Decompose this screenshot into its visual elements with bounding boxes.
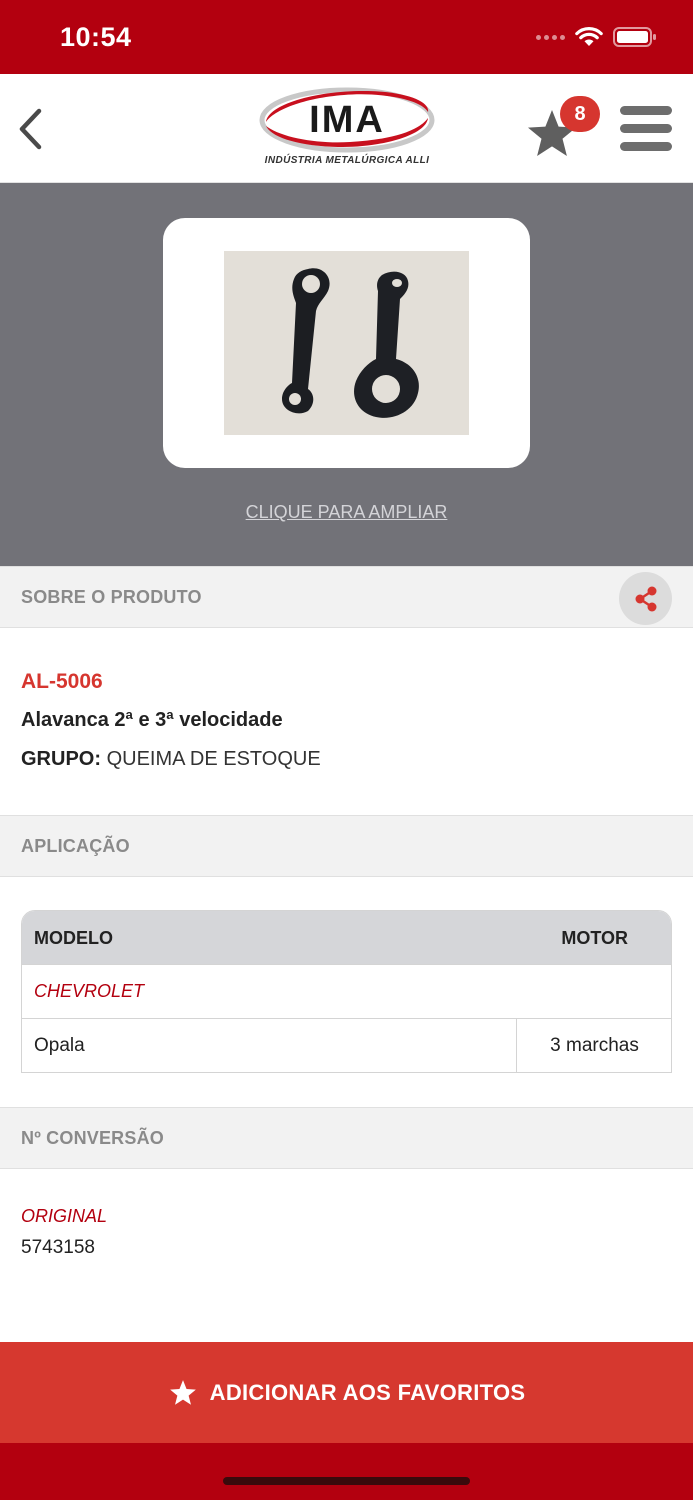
favorites-button[interactable]: 8: [524, 96, 600, 160]
product-detail-screen: 10:54 IMA INDÚSTRIA METALÚRGICA ALLI 8 C…: [0, 0, 693, 1500]
svg-text:IMA: IMA: [309, 99, 385, 141]
group-value: QUEIMA DE ESTOQUE: [106, 748, 321, 770]
product-name: Alavanca 2ª e 3ª velocidade: [21, 709, 283, 731]
zoom-image-link[interactable]: CLIQUE PARA AMPLIAR: [0, 502, 693, 523]
row-motor: 3 marchas: [550, 1035, 639, 1056]
product-image-area: CLIQUE PARA AMPLIAR: [0, 183, 693, 566]
brand-name: CHEVROLET: [34, 981, 145, 1001]
conversion-label: ORIGINAL: [21, 1206, 108, 1226]
share-icon: [635, 586, 656, 611]
wifi-icon: [575, 27, 603, 46]
add-to-favorites-label: ADICIONAR AOS FAVORITOS: [209, 1379, 526, 1405]
logo-subtitle: INDÚSTRIA METALÚRGICA ALLI: [264, 155, 430, 166]
hamburger-menu-icon: [620, 106, 672, 115]
favorites-count-badge: 8: [560, 96, 600, 132]
share-button[interactable]: [619, 572, 672, 625]
battery-icon: [613, 27, 656, 47]
about-section-header: SOBRE O PRODUTO: [0, 566, 693, 628]
home-indicator[interactable]: [223, 1477, 470, 1485]
conversion-value: 5743158: [21, 1237, 95, 1258]
chevron-left-icon: [19, 108, 42, 150]
group-label: GRUPO:: [21, 748, 101, 770]
star-icon: [169, 1379, 196, 1405]
product-code: AL-5006: [21, 670, 103, 693]
row-modelo: Opala: [34, 1035, 85, 1056]
conversion-section-title: Nº CONVERSÃO: [21, 1128, 164, 1148]
ima-logo: IMA INDÚSTRIA METALÚRGICA ALLI: [258, 84, 436, 174]
logo-mark: IMA: [259, 87, 435, 153]
cellular-signal-icon: [536, 34, 565, 40]
product-image-card[interactable]: [163, 218, 530, 468]
application-section-header: APLICAÇÃO: [0, 815, 693, 877]
status-time: 10:54: [60, 22, 132, 52]
status-bar: 10:54: [0, 0, 693, 74]
table-brand-row: CHEVROLET: [22, 964, 671, 1018]
about-section-title: SOBRE O PRODUTO: [21, 587, 202, 607]
app-header: IMA INDÚSTRIA METALÚRGICA ALLI 8: [0, 74, 693, 183]
add-to-favorites-button[interactable]: ADICIONAR AOS FAVORITOS: [0, 1342, 693, 1443]
home-indicator-area: [0, 1443, 693, 1500]
back-button[interactable]: [10, 104, 50, 154]
application-table: MODELO MOTOR CHEVROLET Opala 3 marchas: [21, 910, 672, 1073]
table-row: Opala 3 marchas: [22, 1018, 671, 1072]
menu-button[interactable]: [620, 106, 674, 154]
column-header-modelo: MODELO: [34, 928, 113, 948]
column-header-motor: MOTOR: [561, 928, 628, 948]
status-icons: [536, 26, 657, 48]
lever-parts-image: [224, 251, 469, 435]
product-group: GRUPO: QUEIMA DE ESTOQUE: [21, 748, 321, 771]
product-photo: [224, 251, 469, 435]
table-header: MODELO MOTOR: [22, 911, 671, 964]
application-section-title: APLICAÇÃO: [21, 836, 130, 856]
conversion-section-header: Nº CONVERSÃO: [0, 1107, 693, 1169]
